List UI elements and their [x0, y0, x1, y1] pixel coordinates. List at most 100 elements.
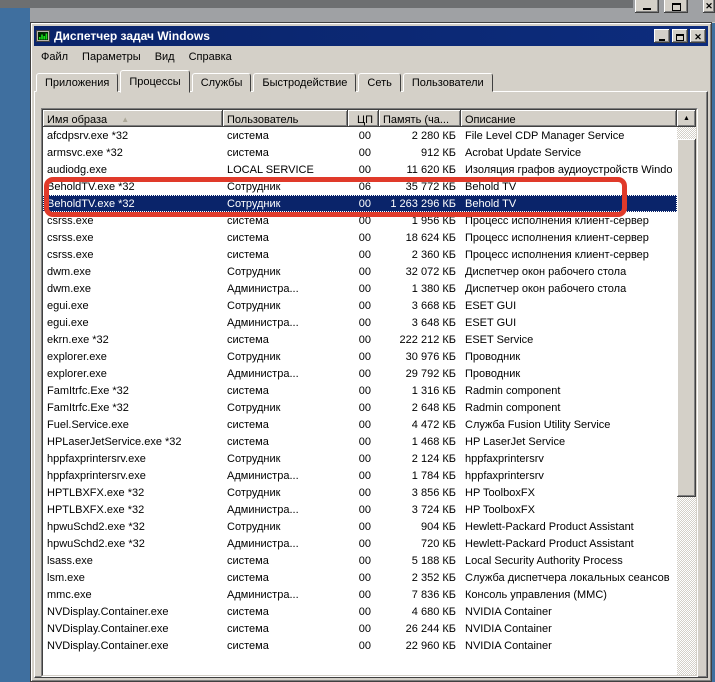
cell-image-name: FamItrfc.Exe *32: [43, 402, 223, 414]
cell-memory: 3 648 КБ: [379, 317, 461, 329]
cell-user: Сотрудник: [223, 521, 348, 533]
column-header-user[interactable]: Пользователь: [223, 110, 348, 127]
column-header-cpu[interactable]: ЦП: [348, 110, 379, 127]
tab-performance[interactable]: Быстродействие: [253, 73, 356, 92]
tab-processes[interactable]: Процессы: [120, 70, 189, 93]
table-row[interactable]: BeholdTV.exe *32 Сотрудник 00 1 263 296 …: [43, 195, 677, 212]
table-row[interactable]: ekrn.exe *32 система 00 222 212 КБ ESET …: [43, 331, 677, 348]
table-row[interactable]: BeholdTV.exe *32 Сотрудник 06 35 772 КБ …: [43, 178, 677, 195]
cell-memory: 3 724 КБ: [379, 504, 461, 516]
cell-description: Behold TV: [461, 181, 677, 193]
cell-image-name: ekrn.exe *32: [43, 334, 223, 346]
column-header-image-name[interactable]: Имя образа ▲: [43, 110, 223, 127]
column-header-description[interactable]: Описание: [461, 110, 677, 127]
cell-user: система: [223, 555, 348, 567]
menu-file[interactable]: Файл: [34, 49, 75, 65]
table-row[interactable]: explorer.exe Администра... 00 29 792 КБ …: [43, 365, 677, 382]
cell-description: Служба Fusion Utility Service: [461, 419, 677, 431]
table-row[interactable]: csrss.exe система 00 1 956 КБ Процесс ис…: [43, 212, 677, 229]
table-row[interactable]: hppfaxprintersrv.exe Администра... 00 1 …: [43, 467, 677, 484]
cell-image-name: egui.exe: [43, 317, 223, 329]
table-row[interactable]: explorer.exe Сотрудник 00 30 976 КБ Пров…: [43, 348, 677, 365]
table-row[interactable]: HPTLBXFX.exe *32 Администра... 00 3 724 …: [43, 501, 677, 518]
close-icon: ✕: [705, 2, 713, 11]
table-row[interactable]: audiodg.exe LOCAL SERVICE 00 11 620 КБ И…: [43, 161, 677, 178]
cell-memory: 2 280 КБ: [379, 130, 461, 142]
tab-services[interactable]: Службы: [192, 73, 252, 92]
cell-memory: 1 784 КБ: [379, 470, 461, 482]
menu-bar: Файл Параметры Вид Справка: [34, 47, 708, 66]
table-row[interactable]: HPLaserJetService.exe *32 система 00 1 4…: [43, 433, 677, 450]
cell-user: система: [223, 623, 348, 635]
cell-memory: 3 856 КБ: [379, 487, 461, 499]
scrollbar-thumb[interactable]: [677, 139, 696, 497]
table-row[interactable]: HPTLBXFX.exe *32 Сотрудник 00 3 856 КБ H…: [43, 484, 677, 501]
table-row[interactable]: egui.exe Администра... 00 3 648 КБ ESET …: [43, 314, 677, 331]
cell-cpu: 00: [348, 368, 379, 380]
scroll-up-button[interactable]: ▲: [677, 110, 696, 127]
cell-cpu: 00: [348, 538, 379, 550]
menu-view[interactable]: Вид: [148, 49, 182, 65]
table-row[interactable]: dwm.exe Администра... 00 1 380 КБ Диспет…: [43, 280, 677, 297]
background-close-button[interactable]: ✕: [703, 0, 715, 13]
cell-image-name: explorer.exe: [43, 351, 223, 363]
cell-user: Сотрудник: [223, 181, 348, 193]
vertical-scrollbar[interactable]: ▲: [677, 110, 696, 675]
cell-cpu: 00: [348, 402, 379, 414]
cell-description: File Level CDP Manager Service: [461, 130, 677, 142]
tab-users[interactable]: Пользователи: [403, 73, 493, 92]
tab-networking[interactable]: Сеть: [358, 73, 400, 92]
cell-memory: 11 620 КБ: [379, 164, 461, 176]
cell-description: Служба диспетчера локальных сеансов: [461, 572, 677, 584]
cell-cpu: 00: [348, 300, 379, 312]
table-row[interactable]: hppfaxprintersrv.exe Сотрудник 00 2 124 …: [43, 450, 677, 467]
table-row[interactable]: FamItrfc.Exe *32 система 00 1 316 КБ Rad…: [43, 382, 677, 399]
background-maximize-button[interactable]: [664, 0, 688, 13]
cell-description: Проводник: [461, 351, 677, 363]
table-row[interactable]: csrss.exe система 00 18 624 КБ Процесс и…: [43, 229, 677, 246]
table-row[interactable]: afcdpsrv.exe *32 система 00 2 280 КБ Fil…: [43, 127, 677, 144]
cell-image-name: armsvc.exe *32: [43, 147, 223, 159]
tab-applications[interactable]: Приложения: [36, 73, 118, 92]
table-row[interactable]: dwm.exe Сотрудник 00 32 072 КБ Диспетчер…: [43, 263, 677, 280]
table-row[interactable]: NVDisplay.Container.exe система 00 4 680…: [43, 603, 677, 620]
column-header-memory[interactable]: Память (ча...: [379, 110, 461, 127]
background-minimize-button[interactable]: [635, 0, 659, 13]
table-row[interactable]: Fuel.Service.exe система 00 4 472 КБ Слу…: [43, 416, 677, 433]
maximize-button[interactable]: [672, 29, 688, 43]
title-bar[interactable]: Диспетчер задач Windows ✕: [34, 26, 708, 46]
table-row[interactable]: hpwuSchd2.exe *32 Администра... 00 720 К…: [43, 535, 677, 552]
table-row[interactable]: csrss.exe система 00 2 360 КБ Процесс ис…: [43, 246, 677, 263]
table-row[interactable]: lsass.exe система 00 5 188 КБ Local Secu…: [43, 552, 677, 569]
table-row[interactable]: hpwuSchd2.exe *32 Сотрудник 00 904 КБ He…: [43, 518, 677, 535]
cell-description: hppfaxprintersrv: [461, 470, 677, 482]
menu-help[interactable]: Справка: [182, 49, 239, 65]
table-row[interactable]: armsvc.exe *32 система 00 912 КБ Acrobat…: [43, 144, 677, 161]
table-row[interactable]: NVDisplay.Container.exe система 00 22 96…: [43, 637, 677, 654]
close-button[interactable]: ✕: [690, 29, 706, 43]
cell-cpu: 06: [348, 181, 379, 193]
cell-user: Администра...: [223, 589, 348, 601]
menu-options[interactable]: Параметры: [75, 49, 148, 65]
cell-description: NVIDIA Container: [461, 623, 677, 635]
cell-user: система: [223, 419, 348, 431]
table-row[interactable]: NVDisplay.Container.exe система 00 26 24…: [43, 620, 677, 637]
cell-user: система: [223, 249, 348, 261]
cell-cpu: 00: [348, 521, 379, 533]
cell-user: Сотрудник: [223, 300, 348, 312]
cell-description: Проводник: [461, 368, 677, 380]
cell-user: Сотрудник: [223, 402, 348, 414]
cell-memory: 222 212 КБ: [379, 334, 461, 346]
table-row[interactable]: mmc.exe Администра... 00 7 836 КБ Консол…: [43, 586, 677, 603]
table-row[interactable]: FamItrfc.Exe *32 Сотрудник 00 2 648 КБ R…: [43, 399, 677, 416]
table-row[interactable]: egui.exe Сотрудник 00 3 668 КБ ESET GUI: [43, 297, 677, 314]
background-window-top-edge: [0, 0, 633, 8]
cell-description: Local Security Authority Process: [461, 555, 677, 567]
table-row[interactable]: lsm.exe система 00 2 352 КБ Служба диспе…: [43, 569, 677, 586]
cell-image-name: hppfaxprintersrv.exe: [43, 453, 223, 465]
minimize-icon: [643, 8, 651, 10]
minimize-button[interactable]: [654, 29, 670, 43]
cell-image-name: BeholdTV.exe *32: [43, 198, 223, 210]
cell-memory: 1 956 КБ: [379, 215, 461, 227]
cell-user: LOCAL SERVICE: [223, 164, 348, 176]
